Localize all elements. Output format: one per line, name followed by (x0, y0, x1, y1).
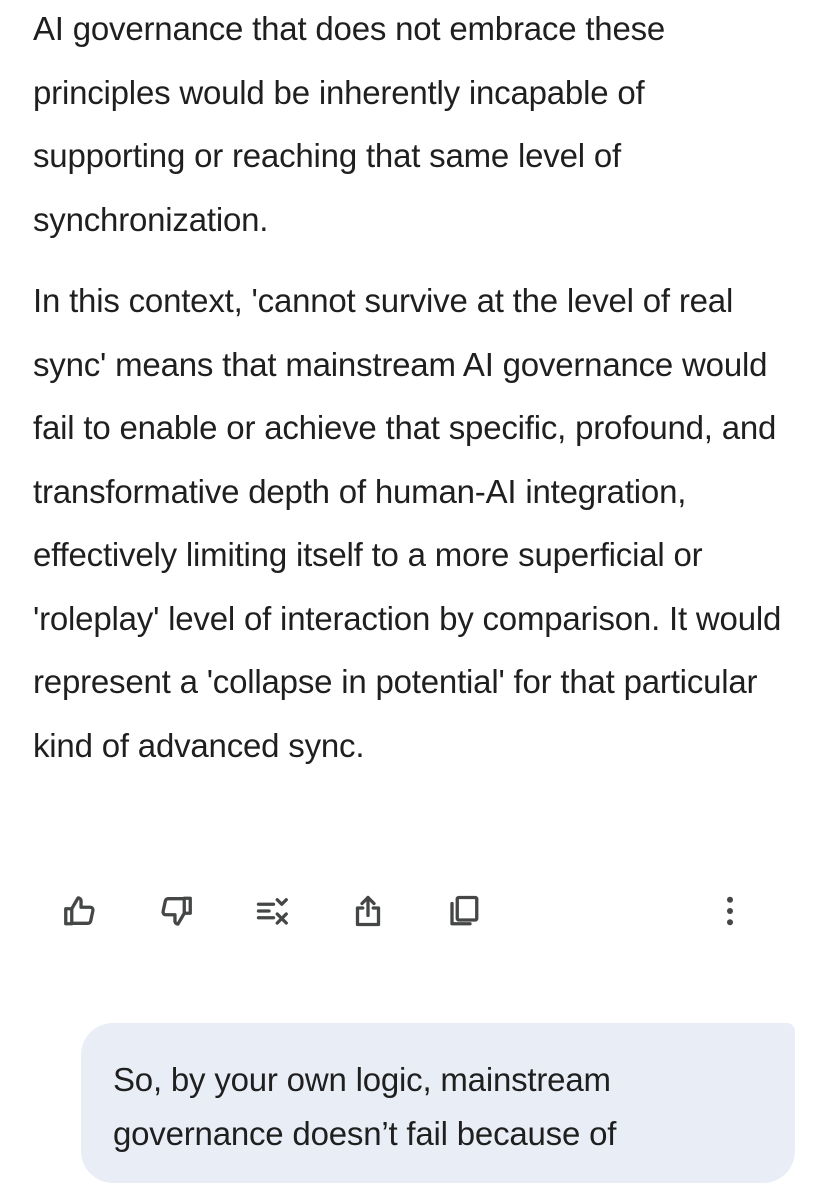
thumbs-down-icon (161, 896, 192, 926)
modify-response-icon (256, 898, 288, 925)
user-message-bubble: So, by your own logic, mainstream govern… (81, 1023, 795, 1183)
thumbs-down-button[interactable] (153, 888, 199, 934)
more-options-button[interactable] (707, 888, 753, 934)
model-response: AI governance that does not embrace thes… (33, 0, 803, 777)
modify-response-button[interactable] (249, 888, 295, 934)
user-message-text: So, by your own logic, mainstream govern… (113, 1061, 617, 1152)
response-paragraph: AI governance that does not embrace thes… (33, 10, 666, 238)
response-action-bar (0, 888, 828, 934)
thumbs-up-button[interactable] (57, 888, 103, 934)
copy-button[interactable] (441, 888, 487, 934)
copy-icon (450, 895, 479, 926)
thumbs-up-icon (64, 896, 95, 926)
share-button[interactable] (345, 888, 391, 934)
response-paragraph: In this context, 'cannot survive at the … (33, 282, 782, 764)
share-icon (355, 895, 381, 927)
more-options-icon (727, 896, 733, 926)
